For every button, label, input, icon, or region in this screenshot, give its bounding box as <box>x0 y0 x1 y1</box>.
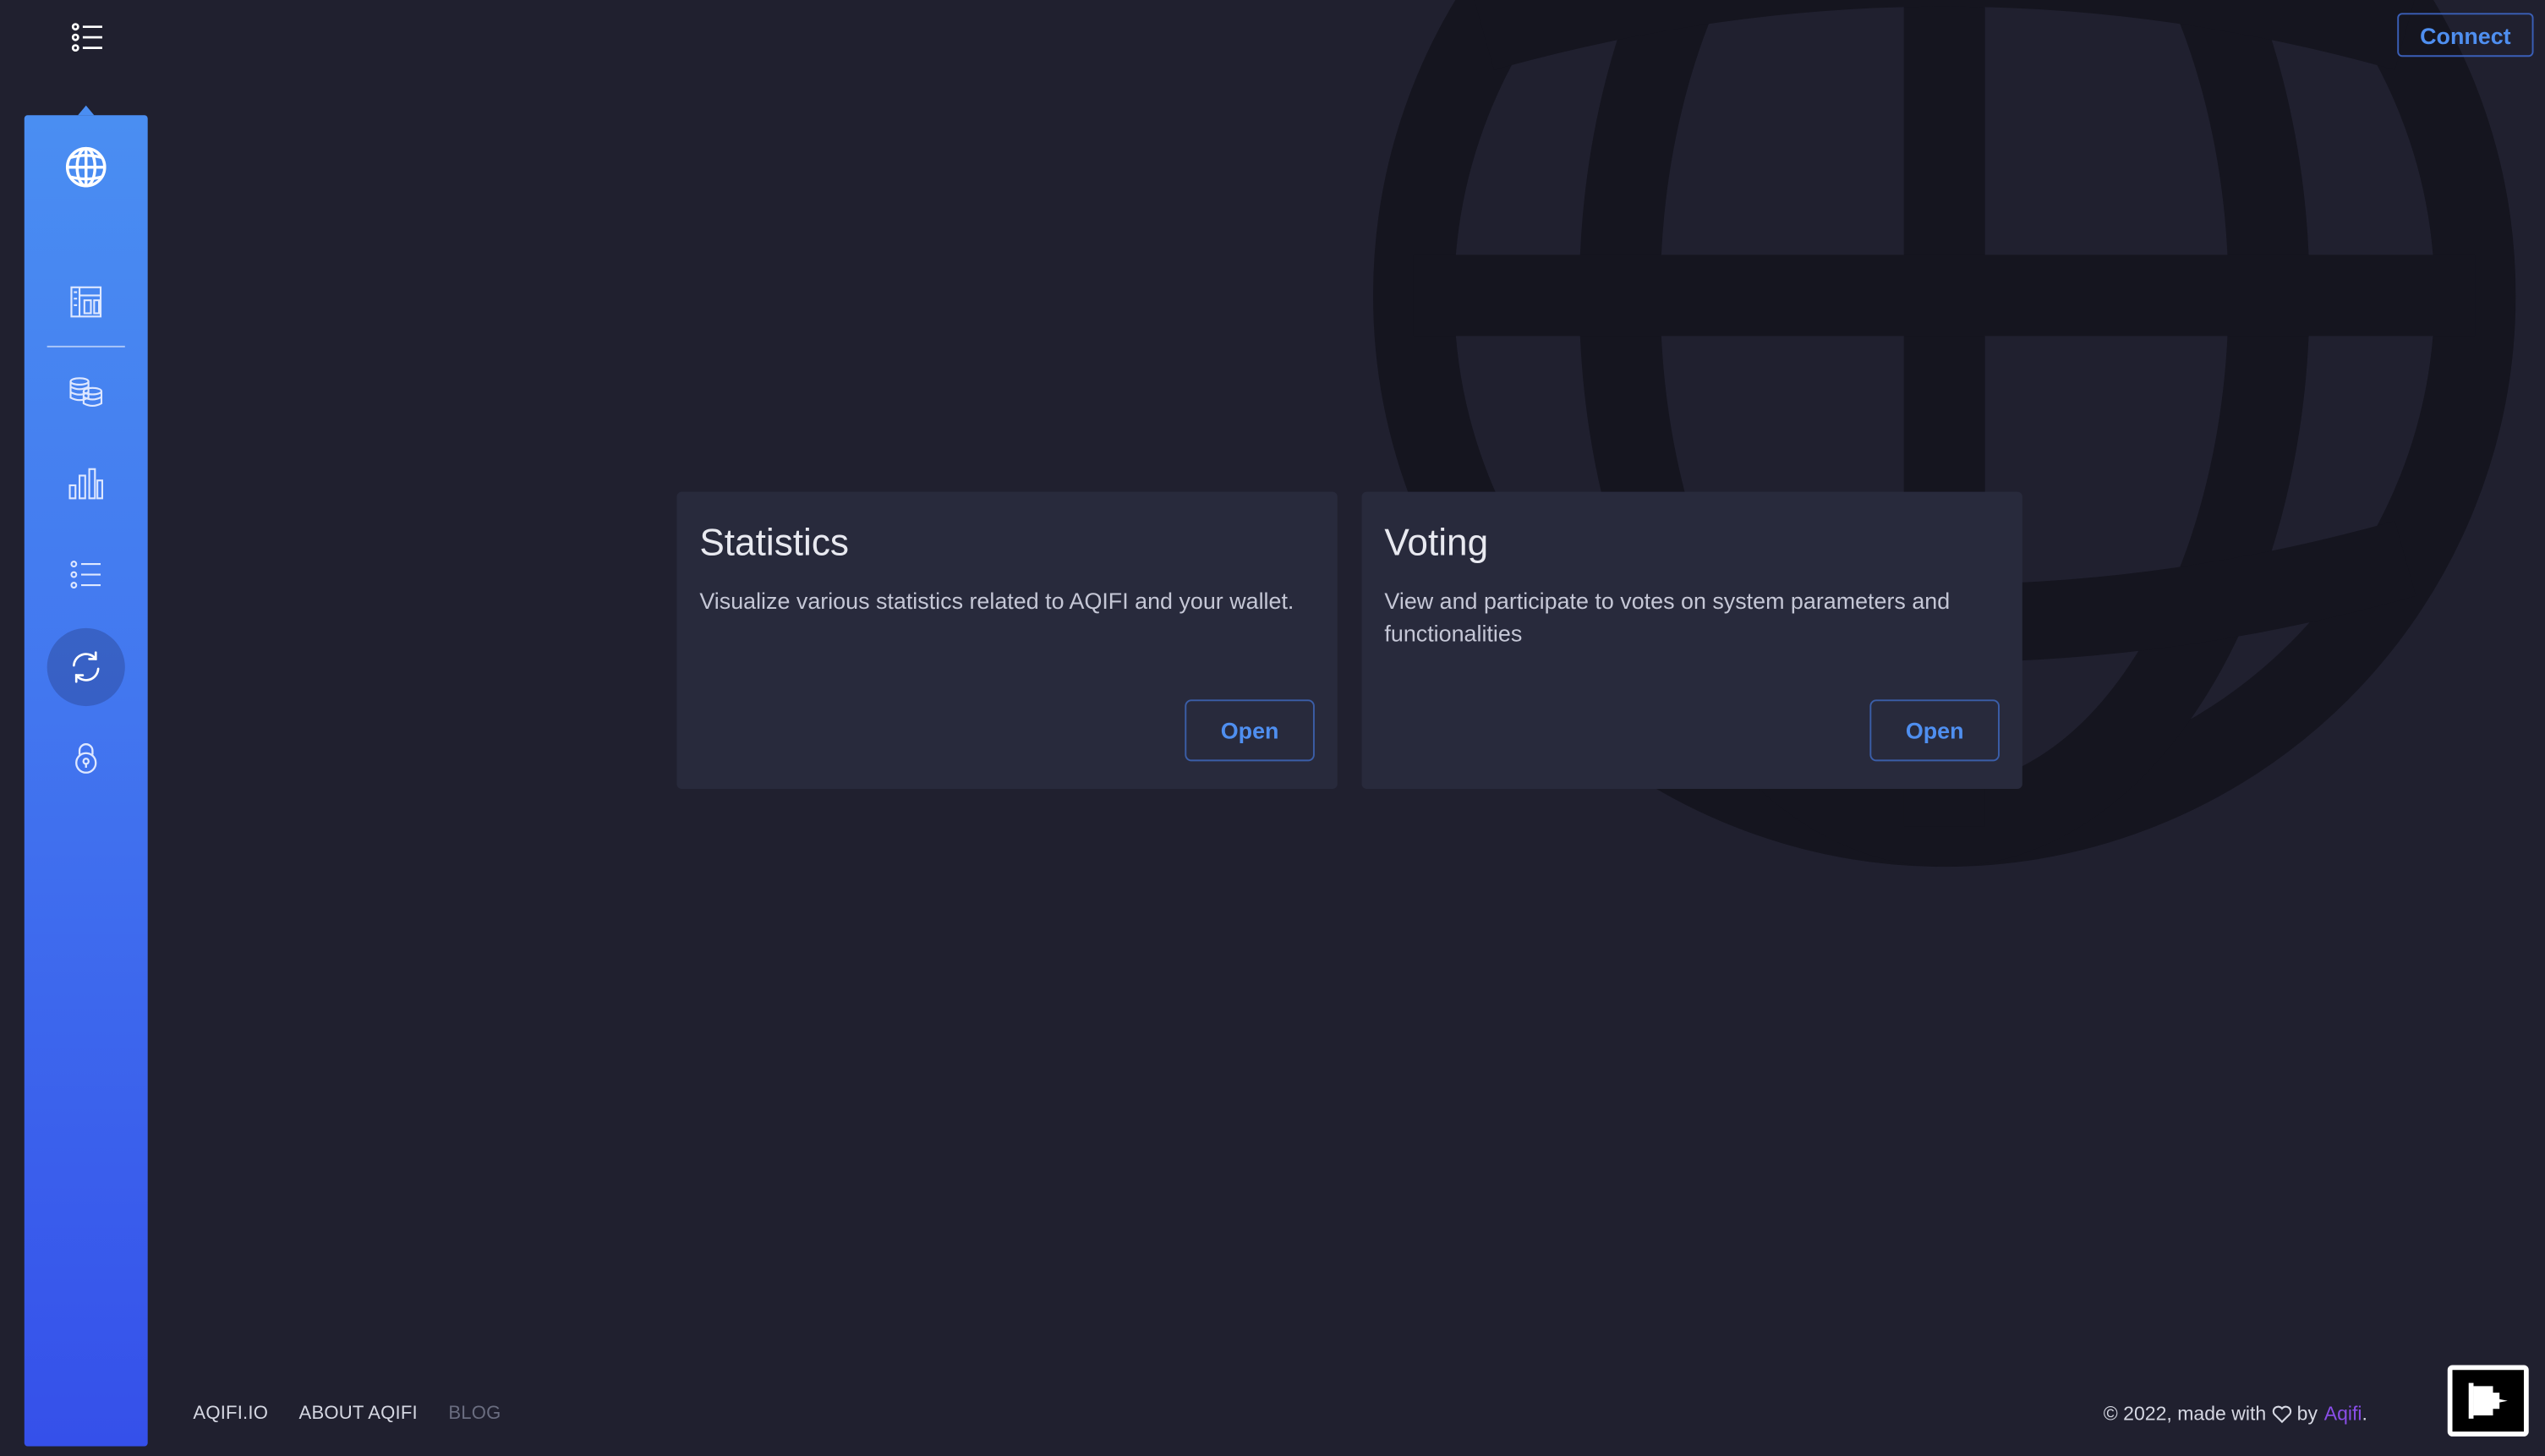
list-icon <box>70 561 101 588</box>
statistics-card: Statistics Visualize various statistics … <box>676 491 1338 789</box>
corner-widget-button[interactable] <box>2447 1365 2529 1437</box>
brand-link[interactable]: Aqifi <box>2324 1403 2362 1426</box>
copyright: © 2022, made with by Aqifi . <box>2104 1403 2367 1426</box>
card-description: Visualize various statistics related to … <box>699 587 1294 614</box>
open-voting-button[interactable]: Open <box>1869 699 2000 762</box>
copyright-suffix: . <box>2362 1402 2367 1426</box>
card-title: Statistics <box>699 521 850 564</box>
menu-toggle-button[interactable] <box>65 16 111 58</box>
lock-icon <box>75 743 97 774</box>
copyright-by: by <box>2296 1402 2318 1426</box>
open-statistics-button[interactable]: Open <box>1185 699 1315 762</box>
bar-chart-icon <box>68 468 103 500</box>
sidebar-item-voting[interactable] <box>47 627 125 707</box>
refresh-icon <box>72 651 100 683</box>
sidebar <box>24 115 148 1447</box>
heart-icon <box>2273 1404 2292 1423</box>
footer-link-about[interactable]: ABOUT AQIFI <box>299 1404 418 1424</box>
dashboard-icon <box>70 286 102 318</box>
list-menu-icon <box>71 23 102 52</box>
voting-card: Voting View and participate to votes on … <box>1361 491 2022 789</box>
sidebar-divider <box>47 345 125 348</box>
sidebar-item-coins[interactable] <box>47 353 125 431</box>
card-description: View and participate to votes on system … <box>1384 587 1951 646</box>
footer-links: AQIFI.IO ABOUT AQIFI BLOG <box>193 1404 532 1424</box>
sidebar-item-dashboard[interactable] <box>47 263 125 341</box>
sidebar-item-list[interactable] <box>47 536 125 614</box>
footer-link-blog[interactable]: BLOG <box>448 1404 501 1424</box>
play-flag-icon <box>2468 1382 2508 1419</box>
connect-button[interactable]: Connect <box>2397 13 2534 57</box>
sidebar-item-statistics[interactable] <box>47 445 125 523</box>
sidebar-item-home[interactable] <box>47 129 125 206</box>
footer-link-aqifi-io[interactable]: AQIFI.IO <box>193 1404 268 1424</box>
app-root: Connect Statistics Visualize various sta… <box>0 0 2545 1456</box>
coins-icon <box>69 377 103 407</box>
sidebar-pointer <box>78 105 95 116</box>
globe-icon <box>65 146 107 188</box>
sidebar-item-lock[interactable] <box>47 719 125 796</box>
copyright-prefix: © 2022, made with <box>2103 1402 2267 1426</box>
card-title: Voting <box>1384 521 1489 564</box>
